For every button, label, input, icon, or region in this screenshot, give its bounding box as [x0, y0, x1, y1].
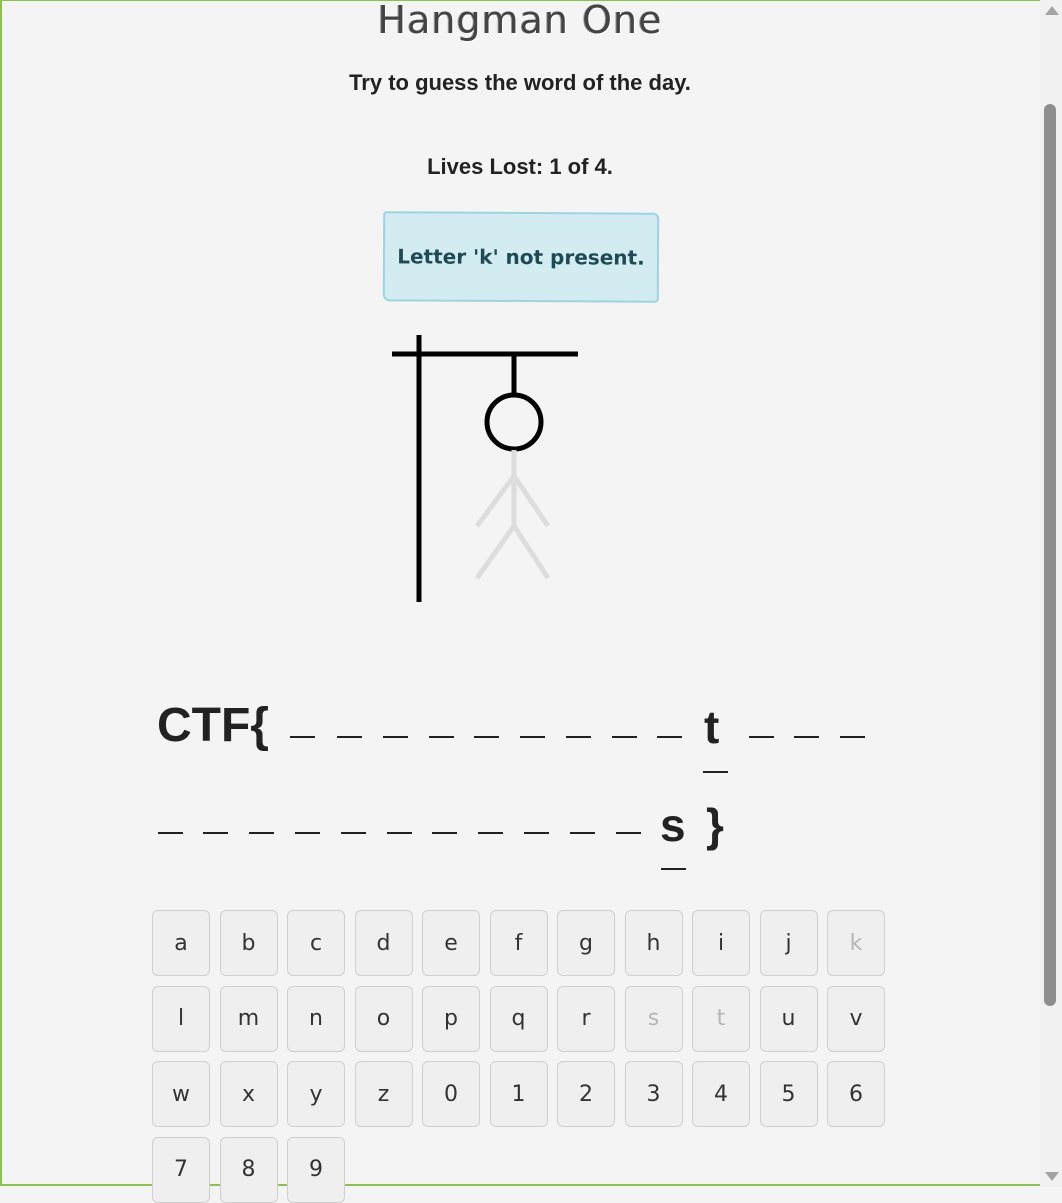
- scroll-thumb[interactable]: [1044, 104, 1056, 1006]
- key-j[interactable]: j: [759, 910, 818, 976]
- revealed-letter-t: t: [704, 701, 720, 753]
- key-z[interactable]: z: [354, 1061, 413, 1127]
- key-i[interactable]: i: [692, 910, 750, 976]
- key-5[interactable]: 5: [759, 1061, 818, 1127]
- key-v[interactable]: v: [827, 985, 885, 1052]
- lives-lost-counter: Lives Lost: 1 of 4.: [427, 154, 613, 179]
- letter-slot: [249, 832, 274, 834]
- letter-slot: [794, 736, 819, 738]
- letter-slot: [478, 832, 503, 834]
- hangman-right-leg: [511, 524, 551, 580]
- key-7[interactable]: 7: [152, 1136, 210, 1203]
- letter-slot: [749, 736, 774, 738]
- key-d[interactable]: d: [354, 910, 413, 976]
- key-h[interactable]: h: [624, 910, 683, 976]
- letter-slot: [290, 736, 315, 738]
- key-e[interactable]: e: [422, 910, 480, 976]
- key-f[interactable]: f: [489, 910, 548, 976]
- key-w[interactable]: w: [152, 1061, 210, 1127]
- key-o[interactable]: o: [354, 985, 413, 1052]
- page-title: Hangman One: [377, 0, 663, 42]
- letter-slot: [341, 832, 366, 834]
- key-8[interactable]: 8: [219, 1136, 278, 1203]
- key-c[interactable]: c: [287, 910, 345, 976]
- key-m[interactable]: m: [219, 985, 278, 1052]
- key-a[interactable]: a: [152, 910, 210, 976]
- hangman-right-arm: [511, 474, 551, 528]
- revealed-letter-s: s: [660, 799, 686, 851]
- key-0[interactable]: 0: [422, 1061, 480, 1127]
- key-s[interactable]: s: [624, 985, 683, 1052]
- scroll-down-arrow-icon[interactable]: [1045, 1172, 1059, 1181]
- key-2[interactable]: 2: [557, 1061, 615, 1127]
- key-r[interactable]: r: [557, 985, 615, 1052]
- letter-slot: [616, 832, 641, 834]
- letter-slot: [432, 832, 457, 834]
- key-6[interactable]: 6: [827, 1061, 885, 1127]
- key-b[interactable]: b: [219, 910, 278, 976]
- letter-slot: [566, 736, 591, 738]
- letter-slot: [158, 832, 183, 834]
- word-suffix: }: [706, 799, 724, 851]
- key-x[interactable]: x: [219, 1061, 278, 1127]
- key-l[interactable]: l: [152, 985, 210, 1052]
- status-alert: Letter 'k' not present.: [382, 211, 660, 303]
- page-subtitle: Try to guess the word of the day.: [349, 70, 691, 95]
- key-t[interactable]: t: [692, 985, 750, 1052]
- letter-slot: [570, 832, 595, 834]
- key-9[interactable]: 9: [287, 1136, 345, 1203]
- letter-slot: [657, 736, 682, 738]
- letter-slot: [295, 832, 320, 834]
- letter-slot: [520, 736, 545, 738]
- key-y[interactable]: y: [287, 1061, 345, 1127]
- key-4[interactable]: 4: [692, 1061, 750, 1127]
- vertical-scrollbar[interactable]: [1040, 0, 1062, 1187]
- letter-slot: [337, 736, 362, 738]
- hangman-head: [484, 392, 544, 452]
- key-p[interactable]: p: [422, 985, 480, 1052]
- letter-slot: [661, 868, 686, 870]
- letter-slot: [203, 832, 228, 834]
- letter-slot: [383, 736, 408, 738]
- letter-slot: [703, 771, 728, 773]
- key-3[interactable]: 3: [624, 1061, 683, 1127]
- key-n[interactable]: n: [287, 985, 345, 1052]
- hangman-left-arm: [474, 474, 517, 528]
- letter-slot: [387, 832, 412, 834]
- status-alert-text: Letter 'k' not present.: [397, 244, 645, 270]
- key-q[interactable]: q: [489, 985, 548, 1052]
- word-prefix: CTF{: [157, 699, 269, 752]
- letter-slot: [474, 736, 499, 738]
- letter-slot: [840, 736, 865, 738]
- key-1[interactable]: 1: [489, 1061, 548, 1127]
- word-line-1: CTF{: [157, 698, 269, 753]
- scroll-up-arrow-icon[interactable]: [1045, 6, 1059, 15]
- hangman-drawing: [392, 335, 578, 602]
- letter-slot: [612, 736, 637, 738]
- hangman-left-leg: [474, 524, 517, 580]
- key-u[interactable]: u: [759, 985, 818, 1052]
- key-g[interactable]: g: [557, 910, 615, 976]
- key-k[interactable]: k: [827, 910, 885, 976]
- letter-slot: [524, 832, 549, 834]
- letter-slot: [429, 736, 454, 738]
